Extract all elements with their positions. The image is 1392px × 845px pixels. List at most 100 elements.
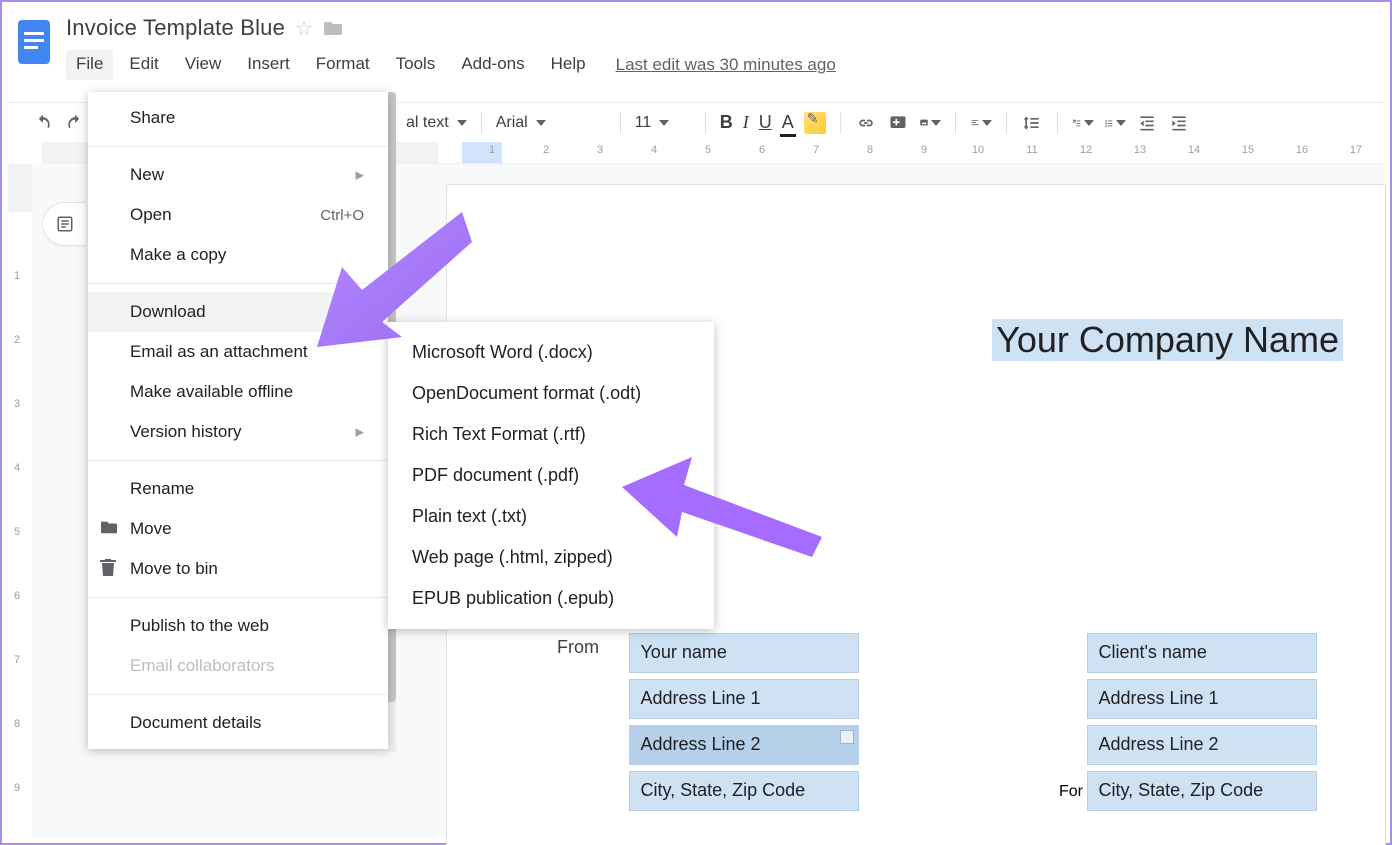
- font-size-label: 11: [635, 114, 652, 132]
- mi-label: Open: [130, 205, 172, 225]
- download-rtf[interactable]: Rich Text Format (.rtf): [388, 414, 714, 455]
- cell-dropdown-handle-icon[interactable]: [840, 730, 854, 744]
- vruler-tick-label: 3: [14, 398, 20, 410]
- from-city-cell[interactable]: City, State, Zip Code: [629, 771, 859, 811]
- annotation-arrow-icon: [312, 212, 472, 352]
- insert-link-icon[interactable]: [855, 112, 877, 134]
- docs-logo-icon[interactable]: [14, 16, 54, 68]
- ruler-tick-label: 15: [1242, 144, 1254, 156]
- for-block: For Client's name Address Line 1 Address…: [1059, 633, 1317, 817]
- download-epub[interactable]: EPUB publication (.epub): [388, 578, 714, 619]
- insert-comment-icon[interactable]: [887, 112, 909, 134]
- app-header: Invoice Template Blue ☆ File Edit View I…: [2, 2, 1390, 80]
- paragraph-style-label: al text: [406, 114, 449, 132]
- menu-item-move[interactable]: Move: [88, 509, 388, 549]
- vruler-tick-label: 8: [14, 718, 20, 730]
- mi-label: Download: [130, 302, 206, 322]
- from-name-cell[interactable]: Your name: [629, 633, 859, 673]
- menu-item-rename[interactable]: Rename: [88, 469, 388, 509]
- for-city-cell[interactable]: City, State, Zip Code: [1087, 771, 1317, 811]
- menu-insert[interactable]: Insert: [237, 50, 300, 80]
- mi-label: Version history: [130, 422, 242, 442]
- mi-label: Move to bin: [130, 559, 218, 579]
- move-folder-icon[interactable]: [323, 19, 343, 37]
- separator: [1057, 112, 1058, 134]
- for-label: For: [1059, 783, 1083, 800]
- ruler-tick-label: 16: [1296, 144, 1308, 156]
- separator: [955, 112, 956, 134]
- menu-item-publish[interactable]: Publish to the web: [88, 606, 388, 646]
- ruler-tick-label: 1: [489, 144, 495, 156]
- align-button[interactable]: [970, 112, 992, 134]
- vruler-tick-label: 1: [14, 270, 20, 282]
- menu-item-version-history[interactable]: Version history ▸: [88, 412, 388, 452]
- bold-button[interactable]: B: [720, 112, 733, 133]
- checklist-icon[interactable]: [1072, 112, 1094, 134]
- folder-icon: [100, 519, 120, 539]
- bulleted-list-icon[interactable]: [1104, 112, 1126, 134]
- show-outline-button[interactable]: [42, 202, 86, 246]
- ruler-tick-label: 8: [867, 144, 873, 156]
- annotation-arrow-icon: [622, 457, 822, 557]
- file-menu-dropdown: Share New▸ OpenCtrl+O Make a copy Downlo…: [88, 92, 388, 749]
- font-family-label: Arial: [496, 114, 528, 132]
- paragraph-style-select[interactable]: al text: [406, 114, 467, 132]
- font-size-select[interactable]: 11: [635, 114, 691, 132]
- document-title[interactable]: Invoice Template Blue: [66, 15, 285, 41]
- vruler-tick-label: 2: [14, 334, 20, 346]
- menu-item-available-offline[interactable]: Make available offline: [88, 372, 388, 412]
- ruler-tick-label: 12: [1080, 144, 1092, 156]
- decrease-indent-icon[interactable]: [1136, 112, 1158, 134]
- increase-indent-icon[interactable]: [1168, 112, 1190, 134]
- for-addr1-cell[interactable]: Address Line 1: [1087, 679, 1317, 719]
- ruler-tick-label: 9: [921, 144, 927, 156]
- submenu-arrow-icon: ▸: [355, 422, 364, 442]
- redo-icon[interactable]: [64, 112, 86, 134]
- menu-help[interactable]: Help: [541, 50, 596, 80]
- underline-button[interactable]: U: [759, 112, 772, 133]
- menu-edit[interactable]: Edit: [119, 50, 168, 80]
- menu-item-share[interactable]: Share: [88, 98, 388, 138]
- menu-format[interactable]: Format: [306, 50, 380, 80]
- insert-image-icon[interactable]: [919, 112, 941, 134]
- ruler-tick-label: 3: [597, 144, 603, 156]
- from-addr1-cell[interactable]: Address Line 1: [629, 679, 859, 719]
- mi-label: New: [130, 165, 164, 185]
- last-edit-link[interactable]: Last edit was 30 minutes ago: [616, 55, 836, 75]
- menu-item-move-to-bin[interactable]: Move to bin: [88, 549, 388, 589]
- ruler-tick-label: 6: [759, 144, 765, 156]
- ruler-tick-label: 11: [1026, 144, 1037, 156]
- vruler-tick-label: 6: [14, 590, 20, 602]
- for-name-cell[interactable]: Client's name: [1087, 633, 1317, 673]
- for-addr2-cell[interactable]: Address Line 2: [1087, 725, 1317, 765]
- menu-item-document-details[interactable]: Document details: [88, 703, 388, 743]
- chevron-down-icon: [931, 120, 941, 126]
- italic-button[interactable]: I: [743, 112, 749, 133]
- submenu-arrow-icon: ▸: [355, 165, 364, 185]
- download-odt[interactable]: OpenDocument format (.odt): [388, 373, 714, 414]
- menu-bar: File Edit View Insert Format Tools Add-o…: [66, 50, 836, 80]
- text-color-button[interactable]: A: [782, 112, 794, 133]
- separator: [620, 112, 621, 134]
- chevron-down-icon: [536, 120, 546, 126]
- menu-item-new[interactable]: New ▸: [88, 155, 388, 195]
- line-spacing-icon[interactable]: [1021, 112, 1043, 134]
- star-icon[interactable]: ☆: [295, 16, 313, 41]
- ruler-tick-label: 14: [1188, 144, 1200, 156]
- chevron-down-icon: [1084, 120, 1094, 126]
- menu-item-email-collaborators: Email collaborators: [88, 646, 388, 686]
- font-family-select[interactable]: Arial: [496, 114, 606, 132]
- menu-tools[interactable]: Tools: [386, 50, 446, 80]
- highlight-color-button[interactable]: [804, 112, 826, 134]
- undo-icon[interactable]: [32, 112, 54, 134]
- menu-addons[interactable]: Add-ons: [451, 50, 534, 80]
- ruler-tick-label: 13: [1134, 144, 1146, 156]
- menu-file[interactable]: File: [66, 50, 113, 80]
- from-block: From Your name Address Line 1 Address Li…: [557, 633, 859, 817]
- from-addr2-cell[interactable]: Address Line 2: [629, 725, 859, 765]
- vertical-ruler[interactable]: 12345678910: [8, 164, 32, 837]
- menu-view[interactable]: View: [175, 50, 232, 80]
- company-name-text[interactable]: Your Company Name: [992, 319, 1343, 361]
- ruler-tick-label: 10: [972, 144, 984, 156]
- vruler-tick-label: 5: [14, 526, 20, 538]
